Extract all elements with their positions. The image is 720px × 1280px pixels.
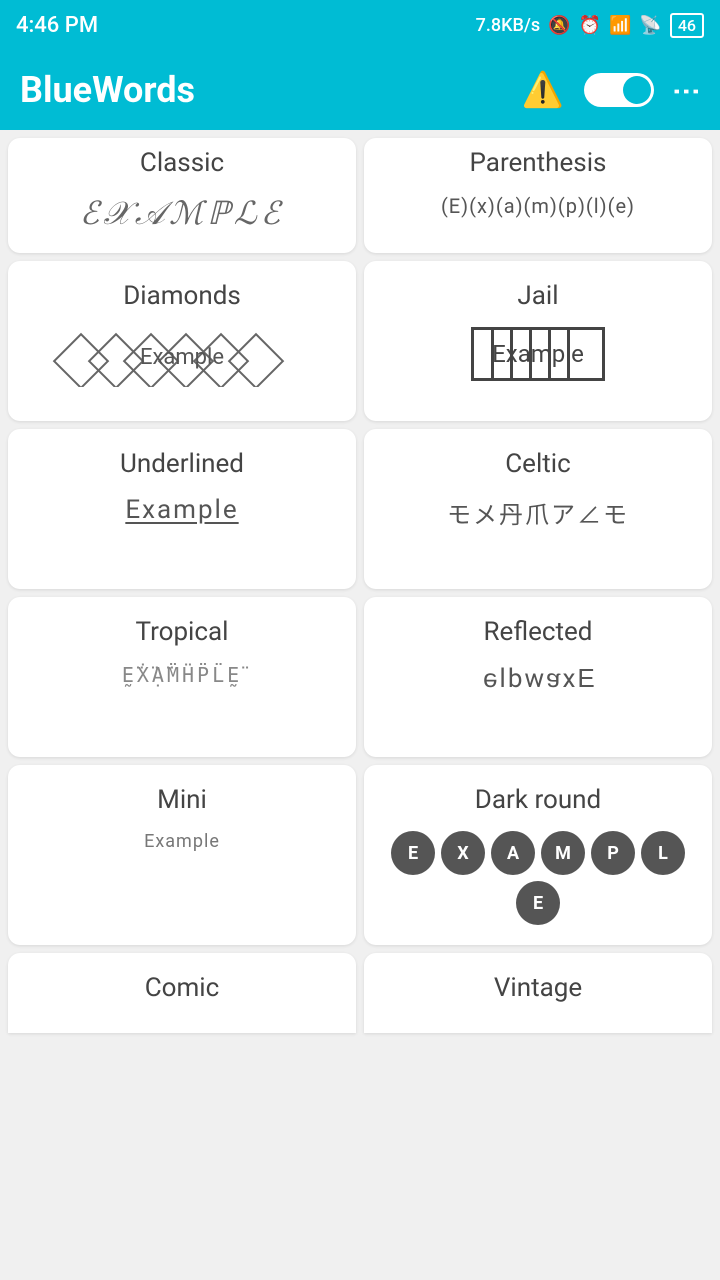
dark-round-x: X <box>441 831 485 875</box>
network-speed: 7.8KB/s <box>476 15 541 36</box>
card-tropical[interactable]: Tropical Ḛ̈Ẋ̈Ạ̈M̈ḦP̈L̈Ḛ̈ <box>8 597 356 757</box>
card-vintage-title: Vintage <box>494 973 582 1003</box>
card-darkround-example: E X A M P L E <box>380 831 696 925</box>
card-parenthesis-title: Parenthesis <box>470 148 607 178</box>
card-underlined-example: Example <box>125 495 238 525</box>
card-mini-title: Mini <box>157 785 207 815</box>
time: 4:46 PM <box>16 13 98 38</box>
card-jail-title: Jail <box>517 281 558 311</box>
status-left: 4:46 PM <box>16 13 98 38</box>
card-reflected-example: Ǝxɐwdlǝ <box>481 663 595 694</box>
card-comic[interactable]: Comic <box>8 953 356 1033</box>
dark-round-a: A <box>491 831 535 875</box>
dark-round-e2: E <box>516 881 560 925</box>
dark-round-m: M <box>541 831 585 875</box>
mute-icon: 🔕 <box>548 15 570 36</box>
card-mini-example: Example <box>144 831 220 852</box>
card-diamonds-title: Diamonds <box>123 281 241 311</box>
app-bar-actions: ⚠️ ⋮ <box>522 70 700 110</box>
card-diamonds[interactable]: Diamonds Example <box>8 261 356 421</box>
card-vintage[interactable]: Vintage <box>364 953 712 1033</box>
card-mini[interactable]: Mini Example <box>8 765 356 945</box>
card-darkround-title: Dark round <box>475 785 601 815</box>
status-right: 7.8KB/s 🔕 ⏰ 📶 📡 46 <box>476 13 704 38</box>
font-list: Classic ℰ𝒳𝒜ℳℙℒℰ Parenthesis (E)(x)(a)(m)… <box>0 130 720 1041</box>
card-jail[interactable]: Jail Example <box>364 261 712 421</box>
dark-round-p: P <box>591 831 635 875</box>
svg-text:Example: Example <box>140 345 224 370</box>
alarm-icon: ⏰ <box>579 15 601 36</box>
theme-toggle[interactable] <box>584 73 654 107</box>
wifi-icon: 📡 <box>639 15 661 36</box>
warning-icon[interactable]: ⚠️ <box>522 70 564 110</box>
card-comic-title: Comic <box>145 973 219 1003</box>
card-celtic[interactable]: Celtic モメ丹爪ア∠モ <box>364 429 712 589</box>
card-classic-title: Classic <box>140 148 224 178</box>
dark-round-l: L <box>641 831 685 875</box>
card-tropical-example: Ḛ̈Ẋ̈Ạ̈M̈ḦP̈L̈Ḛ̈ <box>122 663 242 687</box>
toggle-knob <box>623 76 651 104</box>
card-celtic-example: モメ丹爪ア∠モ <box>447 495 629 530</box>
app-title: BlueWords <box>20 69 506 111</box>
card-darkround[interactable]: Dark round E X A M P L E <box>364 765 712 945</box>
card-classic[interactable]: Classic ℰ𝒳𝒜ℳℙℒℰ <box>8 138 356 253</box>
card-underlined-title: Underlined <box>120 449 244 479</box>
card-diamonds-example: Example <box>42 327 322 391</box>
card-parenthesis[interactable]: Parenthesis (E)(x)(a)(m)(p)(l)(e) <box>364 138 712 253</box>
battery: 46 <box>670 13 704 38</box>
card-celtic-title: Celtic <box>505 449 570 479</box>
signal-icon: 📶 <box>609 15 631 36</box>
more-options-icon[interactable]: ⋮ <box>671 77 704 103</box>
card-jail-example: Example <box>471 327 605 381</box>
card-reflected-title: Reflected <box>484 617 593 647</box>
card-parenthesis-example: (E)(x)(a)(m)(p)(l)(e) <box>441 194 635 218</box>
app-bar: BlueWords ⚠️ ⋮ <box>0 50 720 130</box>
status-bar: 4:46 PM 7.8KB/s 🔕 ⏰ 📶 📡 46 <box>0 0 720 50</box>
card-underlined[interactable]: Underlined Example <box>8 429 356 589</box>
dark-round-e1: E <box>391 831 435 875</box>
card-tropical-title: Tropical <box>136 617 229 647</box>
card-reflected[interactable]: Reflected Ǝxɐwdlǝ <box>364 597 712 757</box>
font-grid: Classic ℰ𝒳𝒜ℳℙℒℰ Parenthesis (E)(x)(a)(m)… <box>0 130 720 1041</box>
card-classic-example: ℰ𝒳𝒜ℳℙℒℰ <box>80 194 284 233</box>
